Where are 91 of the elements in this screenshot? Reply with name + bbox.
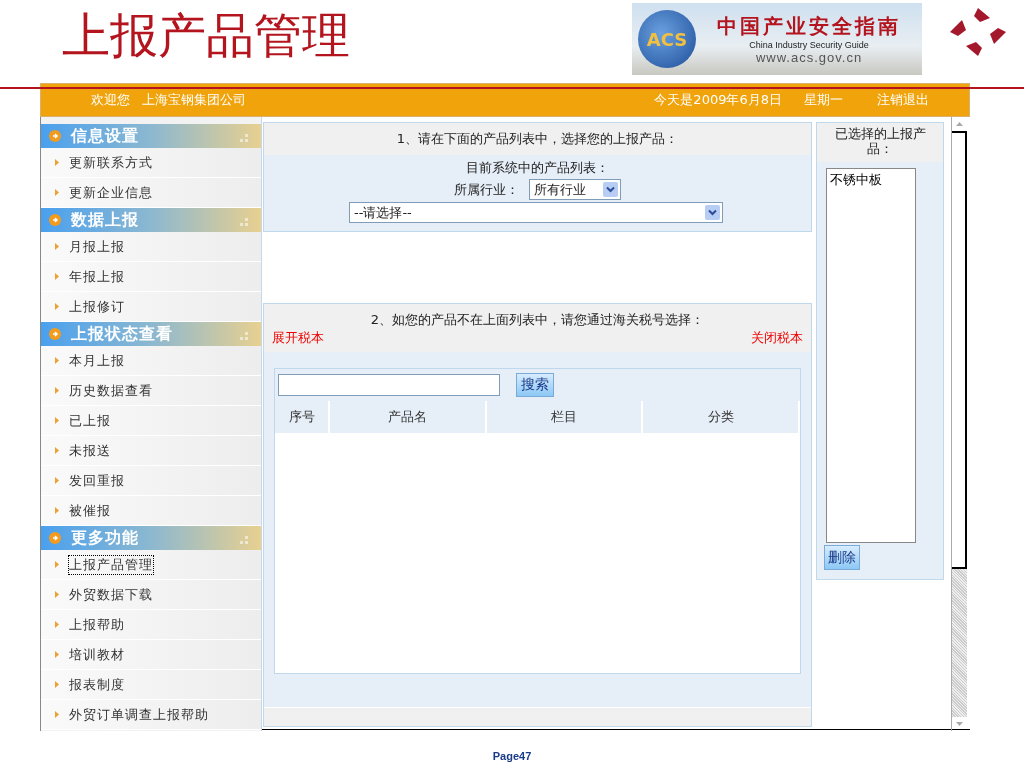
sidebar-item[interactable]: 未报送 bbox=[41, 436, 261, 466]
sidebar-item-label: 被催报 bbox=[68, 501, 112, 520]
sidebar-item[interactable]: 发回重报 bbox=[41, 466, 261, 496]
expand-tariff-link[interactable]: 展开税本 bbox=[272, 329, 324, 347]
chevron-down-icon bbox=[705, 205, 720, 220]
bullet-arrow-icon bbox=[55, 507, 59, 514]
section-title: 上报状态查看 bbox=[71, 323, 173, 345]
weekday-text: 星期一 bbox=[804, 91, 843, 109]
page-number: Page47 bbox=[492, 750, 532, 762]
bullet-arrow-icon bbox=[55, 621, 59, 628]
bullet-arrow-icon bbox=[55, 189, 59, 196]
sidebar-item[interactable]: 上报产品管理 bbox=[41, 550, 261, 580]
dots-decor-icon bbox=[240, 536, 248, 544]
bullet-arrow-icon bbox=[55, 357, 59, 364]
selected-products-listbox[interactable]: 不锈中板 bbox=[826, 168, 916, 543]
bullet-arrow-icon bbox=[55, 681, 59, 688]
sidebar-item[interactable]: 本月上报 bbox=[41, 346, 261, 376]
sidebar-item-label: 外贸订单调查上报帮助 bbox=[68, 705, 210, 724]
dots-decor-icon bbox=[240, 332, 248, 340]
search-field[interactable] bbox=[278, 374, 500, 396]
sidebar-item[interactable]: 历史数据查看 bbox=[41, 376, 261, 406]
sidebar-item-label: 历史数据查看 bbox=[68, 381, 154, 400]
sidebar-item-label: 已上报 bbox=[68, 411, 112, 430]
diamond-logo-icon bbox=[950, 8, 1006, 56]
search-button[interactable]: 搜索 bbox=[516, 373, 554, 397]
logo-title: 中国产业安全指南 bbox=[717, 14, 901, 39]
sidebar-item[interactable]: 外贸订单调查上报帮助 bbox=[41, 700, 261, 730]
logo-subtitle: China Industry Security Guide bbox=[749, 40, 869, 50]
sidebar-item[interactable]: 更新企业信息 bbox=[41, 178, 261, 208]
scrollbar-thumb[interactable] bbox=[952, 131, 967, 569]
sidebar-item[interactable]: 培训教材 bbox=[41, 640, 261, 670]
sidebar-item-label: 本月上报 bbox=[68, 351, 126, 370]
section-title: 数据上报 bbox=[71, 209, 139, 231]
list-option[interactable]: 不锈中板 bbox=[830, 171, 912, 189]
close-tariff-link[interactable]: 关闭税本 bbox=[751, 329, 803, 347]
industry-select[interactable]: 所有行业 bbox=[529, 179, 621, 200]
product-list-label: 目前系统中的产品列表： bbox=[466, 159, 609, 177]
sidebar-item[interactable]: 上报帮助 bbox=[41, 610, 261, 640]
bullet-arrow-icon bbox=[55, 651, 59, 658]
step-two-heading: 2、如您的产品不在上面列表中，请您通过海关税号选择： bbox=[369, 311, 706, 329]
bullet-arrow-icon bbox=[55, 273, 59, 280]
bullet-arrow-icon bbox=[55, 591, 59, 598]
circle-arrow-icon bbox=[49, 214, 61, 226]
sidebar-item[interactable]: 年报上报 bbox=[41, 262, 261, 292]
section-title: 更多功能 bbox=[71, 527, 139, 549]
bullet-arrow-icon bbox=[55, 417, 59, 424]
chevron-down-icon bbox=[603, 182, 618, 197]
bullet-arrow-icon bbox=[55, 303, 59, 310]
sidebar-item-label: 报表制度 bbox=[68, 675, 126, 694]
bullet-arrow-icon bbox=[55, 159, 59, 166]
sidebar-item[interactable]: 上报修订 bbox=[41, 292, 261, 322]
sidebar-item[interactable]: 更新联系方式 bbox=[41, 148, 261, 178]
bullet-arrow-icon bbox=[55, 447, 59, 454]
circle-arrow-icon bbox=[49, 328, 61, 340]
sidebar-item-label: 上报帮助 bbox=[68, 615, 126, 634]
sidebar-item-label: 未报送 bbox=[68, 441, 112, 460]
sidebar-item[interactable]: 外贸数据下载 bbox=[41, 580, 261, 610]
sidebar-item-label: 发回重报 bbox=[68, 471, 126, 490]
globe-badge: ACS bbox=[638, 10, 696, 68]
sidebar-item[interactable]: 已上报 bbox=[41, 406, 261, 436]
circle-arrow-icon bbox=[49, 130, 61, 142]
bullet-arrow-icon bbox=[55, 477, 59, 484]
section-title: 信息设置 bbox=[71, 125, 139, 147]
bullet-arrow-icon bbox=[55, 387, 59, 394]
step-one-heading: 1、请在下面的产品列表中，选择您的上报产品： bbox=[396, 131, 679, 146]
sidebar-item-label: 更新联系方式 bbox=[68, 153, 154, 172]
bullet-arrow-icon bbox=[55, 561, 59, 568]
bullet-arrow-icon bbox=[55, 243, 59, 250]
sidebar-item-label: 外贸数据下载 bbox=[68, 585, 154, 604]
delete-button[interactable]: 删除 bbox=[824, 545, 860, 570]
sidebar-item-label: 上报修订 bbox=[68, 297, 126, 316]
sidebar-item[interactable]: 被催报 bbox=[41, 496, 261, 526]
product-select[interactable]: --请选择-- bbox=[349, 202, 723, 223]
bullet-arrow-icon bbox=[55, 711, 59, 718]
sidebar-item[interactable]: 月报上报 bbox=[41, 232, 261, 262]
company-name: 上海宝钢集团公司 bbox=[142, 91, 246, 109]
logo-url: www.acs.gov.cn bbox=[755, 50, 863, 65]
selected-products-heading: 已选择的上报产品： bbox=[833, 126, 927, 156]
date-text: 今天是2009年6月8日 bbox=[654, 91, 782, 109]
welcome-text: 欢迎您 bbox=[91, 91, 130, 109]
circle-arrow-icon bbox=[49, 532, 61, 544]
sidebar-item[interactable]: 报表制度 bbox=[41, 670, 261, 700]
industry-label: 所属行业： bbox=[454, 180, 519, 199]
sidebar-item-label: 年报上报 bbox=[68, 267, 126, 286]
sidebar-item-label: 培训教材 bbox=[68, 645, 126, 664]
sidebar-item-label: 更新企业信息 bbox=[68, 183, 154, 202]
dots-decor-icon bbox=[240, 134, 248, 142]
slide-title: 上报产品管理 bbox=[62, 8, 351, 64]
sidebar-item-label: 月报上报 bbox=[68, 237, 126, 256]
dots-decor-icon bbox=[240, 218, 248, 226]
sidebar-item-label: 上报产品管理 bbox=[68, 554, 154, 575]
